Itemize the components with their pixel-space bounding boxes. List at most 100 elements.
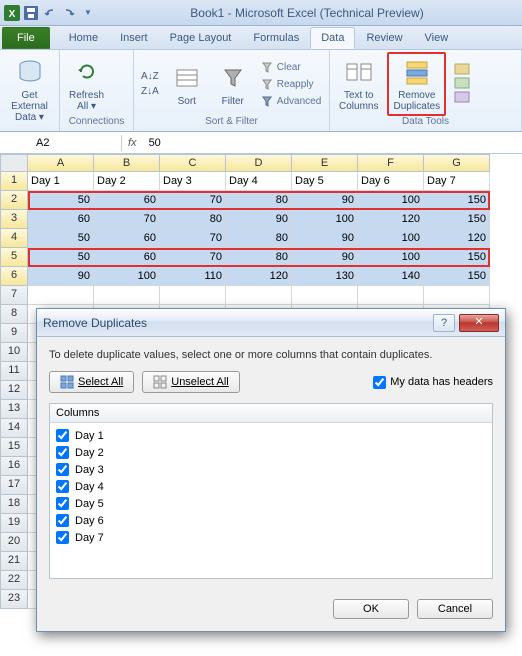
cell[interactable]: 110 xyxy=(160,267,226,286)
column-item[interactable]: Day 2 xyxy=(56,444,486,461)
cell[interactable]: 70 xyxy=(160,248,226,267)
row-header-4[interactable]: 4 xyxy=(0,229,28,248)
cell[interactable] xyxy=(292,286,358,305)
undo-icon[interactable] xyxy=(42,5,58,21)
cell[interactable]: 100 xyxy=(358,191,424,210)
column-item[interactable]: Day 6 xyxy=(56,512,486,529)
col-header-c[interactable]: C xyxy=(160,154,226,172)
cell[interactable] xyxy=(160,286,226,305)
cell-header[interactable]: Day 3 xyxy=(160,172,226,191)
cell[interactable]: 80 xyxy=(226,248,292,267)
column-checkbox[interactable] xyxy=(56,497,69,510)
row-header-3[interactable]: 3 xyxy=(0,210,28,229)
fx-label[interactable]: fx xyxy=(122,137,143,149)
cell-header[interactable]: Day 5 xyxy=(292,172,358,191)
cell-header[interactable]: Day 2 xyxy=(94,172,160,191)
cell[interactable]: 90 xyxy=(28,267,94,286)
row-header-16[interactable]: 16 xyxy=(0,457,28,476)
row-header-21[interactable]: 21 xyxy=(0,552,28,571)
column-item[interactable]: Day 3 xyxy=(56,461,486,478)
row-header-8[interactable]: 8 xyxy=(0,305,28,324)
headers-checkbox-label[interactable]: My data has headers xyxy=(373,376,493,389)
col-header-e[interactable]: E xyxy=(292,154,358,172)
row-header-14[interactable]: 14 xyxy=(0,419,28,438)
row-header-12[interactable]: 12 xyxy=(0,381,28,400)
cell[interactable]: 100 xyxy=(292,210,358,229)
cell[interactable]: 90 xyxy=(292,248,358,267)
cell[interactable]: 90 xyxy=(226,210,292,229)
select-all-corner[interactable] xyxy=(0,154,28,172)
qat-dropdown-icon[interactable]: ▼ xyxy=(80,5,96,21)
col-header-g[interactable]: G xyxy=(424,154,490,172)
tab-home[interactable]: Home xyxy=(58,27,109,49)
cell[interactable]: 80 xyxy=(226,191,292,210)
tab-page-layout[interactable]: Page Layout xyxy=(159,27,243,49)
reapply-button[interactable]: Reapply xyxy=(258,76,323,92)
save-icon[interactable] xyxy=(23,5,39,21)
cell[interactable] xyxy=(424,286,490,305)
sort-ascending-button[interactable]: A↓Z xyxy=(138,70,162,83)
dialog-titlebar[interactable]: Remove Duplicates ? ✕ xyxy=(37,309,505,337)
cell[interactable]: 60 xyxy=(94,191,160,210)
row-header-20[interactable]: 20 xyxy=(0,533,28,552)
row-header-1[interactable]: 1 xyxy=(0,172,28,191)
cell[interactable]: 120 xyxy=(226,267,292,286)
cell[interactable]: 80 xyxy=(160,210,226,229)
cell[interactable]: 120 xyxy=(424,229,490,248)
formula-input[interactable]: 50 xyxy=(143,135,522,151)
row-header-17[interactable]: 17 xyxy=(0,476,28,495)
text-to-columns-button[interactable]: Text to Columns xyxy=(334,53,383,115)
row-header-23[interactable]: 23 xyxy=(0,590,28,609)
filter-button[interactable]: Filter xyxy=(212,59,254,110)
cell-header[interactable]: Day 1 xyxy=(28,172,94,191)
column-checkbox[interactable] xyxy=(56,514,69,527)
tab-insert[interactable]: Insert xyxy=(109,27,159,49)
cell[interactable]: 100 xyxy=(358,248,424,267)
column-item[interactable]: Day 1 xyxy=(56,427,486,444)
ok-button[interactable]: OK xyxy=(333,599,409,619)
cell[interactable]: 150 xyxy=(424,210,490,229)
cell[interactable] xyxy=(28,286,94,305)
row-header-18[interactable]: 18 xyxy=(0,495,28,514)
cell[interactable]: 70 xyxy=(160,229,226,248)
col-header-d[interactable]: D xyxy=(226,154,292,172)
cell[interactable]: 120 xyxy=(358,210,424,229)
cell[interactable]: 50 xyxy=(28,229,94,248)
data-tools-more-button[interactable] xyxy=(450,57,474,111)
col-header-b[interactable]: B xyxy=(94,154,160,172)
name-box[interactable]: A2 xyxy=(30,135,122,151)
row-header-22[interactable]: 22 xyxy=(0,571,28,590)
tab-review[interactable]: Review xyxy=(355,27,413,49)
row-header-13[interactable]: 13 xyxy=(0,400,28,419)
cell-header[interactable]: Day 7 xyxy=(424,172,490,191)
cell[interactable]: 100 xyxy=(358,229,424,248)
remove-duplicates-button[interactable]: Remove Duplicates xyxy=(387,52,446,116)
col-header-a[interactable]: A xyxy=(28,154,94,172)
dialog-help-button[interactable]: ? xyxy=(433,314,455,332)
column-checkbox[interactable] xyxy=(56,446,69,459)
cell[interactable]: 80 xyxy=(226,229,292,248)
cell[interactable]: 50 xyxy=(28,191,94,210)
row-header-10[interactable]: 10 xyxy=(0,343,28,362)
advanced-button[interactable]: Advanced xyxy=(258,93,323,109)
row-header-5[interactable]: 5 xyxy=(0,248,28,267)
row-header-2[interactable]: 2 xyxy=(0,191,28,210)
cell[interactable]: 100 xyxy=(94,267,160,286)
headers-checkbox[interactable] xyxy=(373,376,386,389)
sort-button[interactable]: Sort xyxy=(166,59,208,110)
sort-descending-button[interactable]: Z↓A xyxy=(138,85,162,98)
tab-formulas[interactable]: Formulas xyxy=(242,27,310,49)
clear-button[interactable]: Clear xyxy=(258,59,323,75)
cell[interactable] xyxy=(358,286,424,305)
cell[interactable] xyxy=(226,286,292,305)
column-checkbox[interactable] xyxy=(56,480,69,493)
cell-header[interactable]: Day 6 xyxy=(358,172,424,191)
cell[interactable]: 130 xyxy=(292,267,358,286)
column-item[interactable]: Day 5 xyxy=(56,495,486,512)
row-header-6[interactable]: 6 xyxy=(0,267,28,286)
cell[interactable]: 70 xyxy=(160,191,226,210)
cancel-button[interactable]: Cancel xyxy=(417,599,493,619)
cell[interactable]: 90 xyxy=(292,229,358,248)
tab-data[interactable]: Data xyxy=(310,27,355,49)
cell[interactable]: 60 xyxy=(28,210,94,229)
